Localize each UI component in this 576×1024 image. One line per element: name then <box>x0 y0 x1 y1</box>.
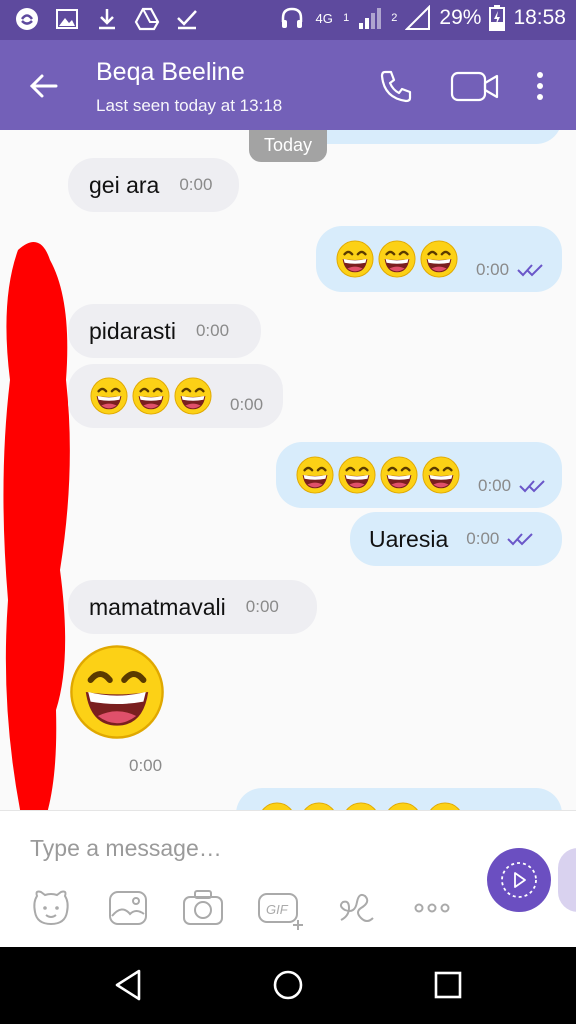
sticker-icon[interactable] <box>29 886 73 930</box>
laughing-emoji <box>336 240 374 278</box>
incoming-message[interactable]: mamatmavali 0:00 <box>68 580 317 634</box>
play-circle-icon <box>501 862 537 898</box>
download-icon <box>99 9 115 30</box>
message-text: pidarasti <box>89 317 176 344</box>
notification-icons <box>14 6 200 32</box>
incoming-message[interactable]: 0:00 <box>68 364 283 428</box>
signal-icon-2 <box>405 5 431 30</box>
message-text: Uaresia <box>369 525 449 552</box>
message-time: 0:00 <box>478 476 512 495</box>
back-nav-icon[interactable] <box>111 967 147 1003</box>
read-receipt-icon <box>507 531 535 547</box>
network-type: 4G <box>315 10 333 26</box>
done-icon <box>177 10 197 30</box>
large-laughing-emoji[interactable] <box>68 644 166 740</box>
emoji-row <box>90 377 212 415</box>
sim1-label: 1 <box>343 12 350 24</box>
system-icons: 4G 1 2 29% 18:58 <box>279 5 566 31</box>
contact-name[interactable]: Beqa Beeline <box>96 58 245 87</box>
message-time: 0:00 <box>179 175 213 194</box>
overflow-menu-icon[interactable] <box>520 66 560 106</box>
laughing-emoji <box>380 456 418 494</box>
message-text: gei ara <box>89 171 160 198</box>
message-list[interactable]: Today gei ara 0:00 0:00 pidarasti 0:00 0… <box>0 130 576 810</box>
laughing-emoji <box>422 456 460 494</box>
message-time: 0:00 <box>466 529 500 548</box>
camera-icon[interactable] <box>181 886 225 930</box>
laughing-emoji <box>300 802 338 810</box>
voice-video-message-button[interactable] <box>487 848 551 912</box>
secondary-action-button[interactable] <box>558 848 576 912</box>
drive-icon <box>134 7 160 31</box>
headset-icon <box>281 7 303 28</box>
phone-call-icon[interactable] <box>376 66 416 106</box>
incoming-message[interactable]: gei ara 0:00 <box>68 158 239 212</box>
last-seen-status: Last seen today at 13:18 <box>96 96 283 115</box>
video-call-icon[interactable] <box>450 66 500 106</box>
laughing-emoji <box>258 802 296 810</box>
emoji-row <box>258 802 464 810</box>
message-time: 0:00 <box>245 597 279 616</box>
composer: Type a message… GIF <box>0 810 576 947</box>
laughing-emoji <box>132 377 170 415</box>
laughing-emoji <box>90 377 128 415</box>
message-input[interactable]: Type a message… <box>30 835 222 862</box>
laughing-emoji <box>296 456 334 494</box>
message-bubble-partial[interactable] <box>300 130 562 144</box>
outgoing-message[interactable]: 0:00 <box>316 226 562 292</box>
laughing-emoji <box>342 802 380 810</box>
incoming-message[interactable]: pidarasti 0:00 <box>68 304 261 358</box>
image-icon <box>56 9 78 29</box>
outgoing-message[interactable] <box>236 788 562 810</box>
laughing-emoji <box>420 240 458 278</box>
date-chip: Today <box>249 130 327 162</box>
emoji-row <box>336 240 458 278</box>
battery-icon <box>489 5 506 31</box>
chat-header: Beqa Beeline Last seen today at 13:18 <box>0 40 576 130</box>
message-time: 0:00 <box>230 395 264 414</box>
message-time: 0:00 <box>476 260 510 279</box>
read-receipt-icon <box>519 478 547 494</box>
recents-nav-icon[interactable] <box>430 967 466 1003</box>
doodle-icon[interactable] <box>335 886 379 930</box>
laughing-emoji <box>426 802 464 810</box>
gif-icon[interactable]: GIF <box>257 886 305 930</box>
outgoing-message[interactable]: Uaresia 0:00 <box>350 512 562 566</box>
svg-text:GIF: GIF <box>266 902 289 917</box>
sync-icon <box>16 8 38 30</box>
emoji-row <box>296 456 460 494</box>
laughing-emoji <box>378 240 416 278</box>
outgoing-message[interactable]: 0:00 <box>276 442 562 508</box>
back-arrow-icon[interactable] <box>26 68 62 104</box>
gallery-icon[interactable] <box>106 886 150 930</box>
laughing-emoji <box>338 456 376 494</box>
clock: 18:58 <box>513 6 566 29</box>
sim2-label: 2 <box>391 12 398 24</box>
navigation-bar <box>0 947 576 1024</box>
read-receipt-icon <box>517 262 545 278</box>
home-nav-icon[interactable] <box>270 967 306 1003</box>
message-text: mamatmavali <box>89 593 226 620</box>
signal-icon <box>359 8 382 29</box>
message-time: 0:00 <box>195 321 230 340</box>
message-time: 0:00 <box>129 756 163 775</box>
battery-percent: 29% <box>439 6 482 29</box>
more-icon[interactable] <box>410 886 454 930</box>
laughing-emoji <box>384 802 422 810</box>
laughing-emoji <box>174 377 212 415</box>
status-bar: 4G 1 2 29% 18:58 <box>0 0 576 40</box>
